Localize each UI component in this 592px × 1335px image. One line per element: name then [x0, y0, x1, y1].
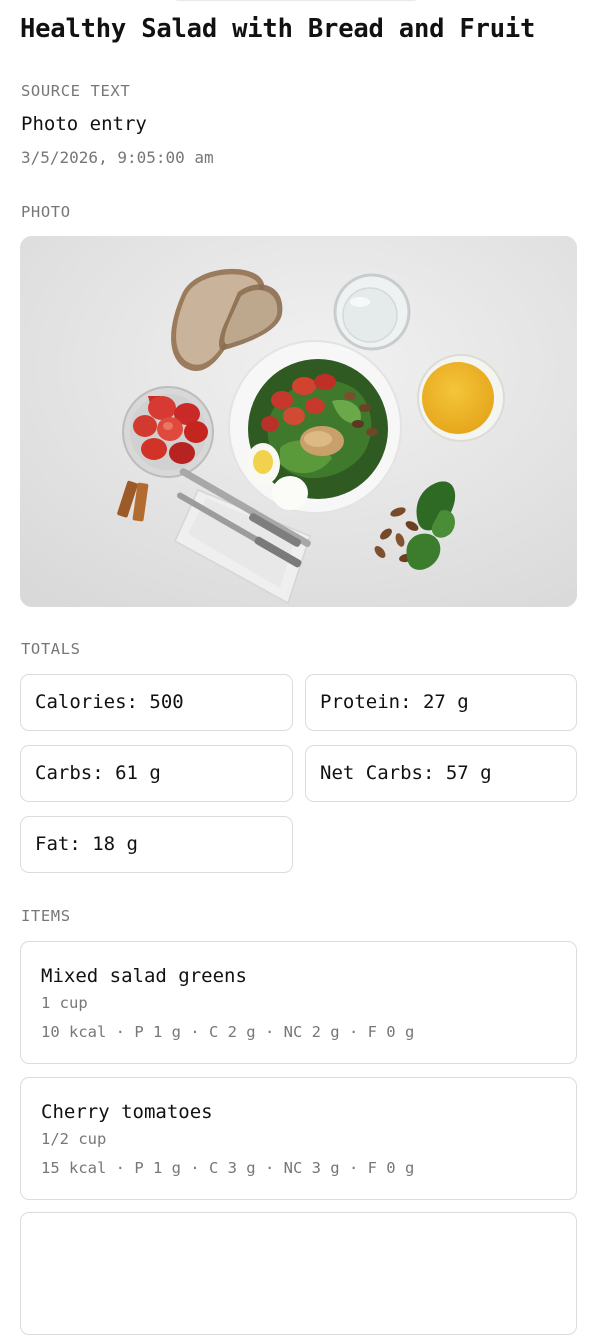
total-carbs: Carbs: 61 g — [20, 745, 293, 802]
page-title: Healthy Salad with Bread and Fruit — [20, 14, 536, 44]
salad-bowl — [228, 340, 402, 514]
total-net-carbs: Net Carbs: 57 g — [305, 745, 577, 802]
meal-photo-illustration — [20, 236, 577, 607]
food-item-card[interactable]: Cherry tomatoes 1/2 cup 15 kcal · P 1 g … — [20, 1077, 577, 1200]
strawberry-bowl — [122, 386, 214, 478]
food-item-macros: 10 kcal · P 1 g · C 2 g · NC 2 g · F 0 g — [41, 1023, 415, 1041]
food-item-card[interactable]: Mixed salad greens 1 cup 10 kcal · P 1 g… — [20, 941, 577, 1064]
food-item-name: Cherry tomatoes — [41, 1101, 213, 1123]
meal-photo[interactable] — [20, 236, 577, 607]
entry-timestamp: 3/5/2026, 9:05:00 am — [21, 148, 214, 167]
food-item-quantity: 1/2 cup — [41, 1130, 107, 1148]
totals-label: TOTALS — [21, 640, 81, 658]
total-calories: Calories: 500 — [20, 674, 293, 731]
sheet-drag-handle[interactable] — [176, 0, 416, 1]
photo-label: PHOTO — [21, 203, 71, 221]
food-item-name: Mixed salad greens — [41, 965, 247, 987]
items-label: ITEMS — [21, 907, 71, 925]
food-item-card-partial[interactable] — [20, 1212, 577, 1335]
juice-glass — [417, 354, 505, 442]
source-text-label: SOURCE TEXT — [21, 82, 131, 100]
food-item-quantity: 1 cup — [41, 994, 88, 1012]
food-item-macros: 15 kcal · P 1 g · C 3 g · NC 3 g · F 0 g — [41, 1159, 415, 1177]
source-text-value: Photo entry — [21, 113, 147, 135]
total-fat: Fat: 18 g — [20, 816, 293, 873]
water-glass — [333, 273, 411, 351]
total-protein: Protein: 27 g — [305, 674, 577, 731]
